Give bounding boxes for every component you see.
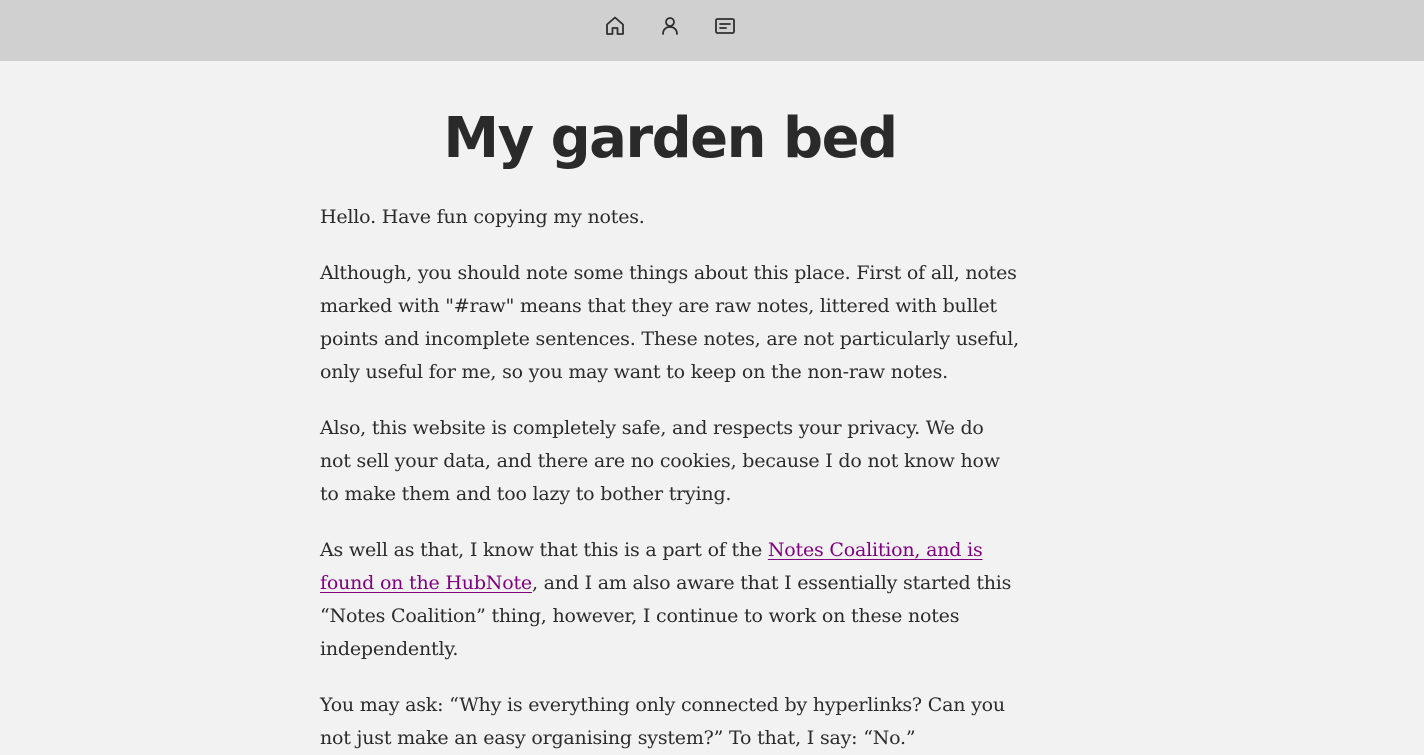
message-icon[interactable] [713, 14, 737, 38]
coalition-text-before: As well as that, I know that this is a p… [320, 539, 768, 561]
page-title: My garden bed [443, 106, 898, 171]
raw-notes-paragraph: Although, you should note some things ab… [320, 262, 1019, 383]
top-nav-bar [0, 0, 1424, 61]
coalition-paragraph: As well as that, I know that this is a p… [320, 534, 1020, 666]
intro-paragraph: Hello. Have fun copying my notes. [320, 206, 645, 228]
hyperlinks-paragraph: You may ask: “Why is everything only con… [320, 694, 1005, 749]
home-icon[interactable] [603, 14, 627, 38]
privacy-paragraph: Also, this website is completely safe, a… [320, 417, 1000, 505]
user-icon[interactable] [658, 14, 682, 38]
